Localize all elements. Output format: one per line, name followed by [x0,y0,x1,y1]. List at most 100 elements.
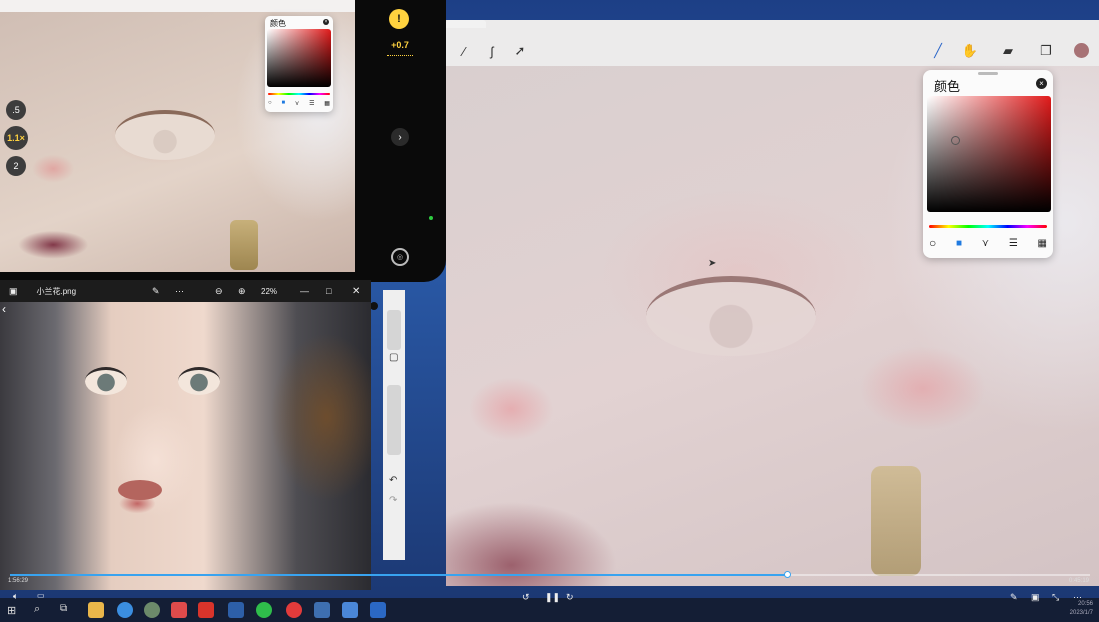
browser-icon[interactable] [117,602,133,618]
window-tab[interactable] [446,20,486,28]
phone-topbar [0,0,355,12]
app-leaf-icon[interactable] [144,602,160,618]
canvas-toolbar: ⁄ ʃ ➚ ╱ ✋ ▰ ❐ [446,38,1099,66]
zoom-out-icon[interactable]: ⊖ [215,286,223,297]
picture-in-picture-icon[interactable]: ▣ [1031,592,1040,603]
wps-office-icon[interactable] [198,602,214,618]
phone-mode-row: ○ ■ ⋎ ☰ ▦ [268,99,330,107]
phone-screen: 颜色 × ○ ■ ⋎ ☰ ▦ .5 1.1× 2 [0,0,355,272]
disc-mode-icon[interactable]: ○ [929,236,936,250]
tray-date: 2023/1/7 [1069,610,1093,616]
opacity-slider[interactable] [387,385,401,455]
color-mode-row: ○ ■ ⋎ ☰ ▦ [929,236,1047,250]
phone-color-panel: 颜色 × ○ ■ ⋎ ☰ ▦ [265,16,333,112]
portrait-left-eye [85,367,127,395]
viewer-titlebar: ▣ 小兰花.png ✎ ⋯ ⊖ ⊕ 22% — □ ✕ [0,280,371,302]
save-icon[interactable]: ▣ [9,286,18,297]
phone-classic-mode-icon[interactable]: ■ [281,100,285,106]
phone-camera-view: 颜色 × ○ ■ ⋎ ☰ ▦ .5 1.1× 2 ! +0.7 › ◎ [0,0,446,282]
close-icon[interactable]: × [1036,78,1047,89]
total-time: 0:45:19 [1068,578,1089,584]
phone-side-controls: ! +0.7 › ◎ [355,0,446,282]
classic-mode-icon[interactable]: ■ [956,238,962,249]
forward-icon[interactable]: ↻ [566,592,574,603]
viewer-image[interactable]: ‹ [0,302,371,590]
color-panel: 颜色 × ○ ■ ⋎ ☰ ▦ [923,70,1053,258]
artwork-eye [646,276,816,356]
zoom-option[interactable]: 2 [6,156,26,176]
image-viewer-window: ▣ 小兰花.png ✎ ⋯ ⊖ ⊕ 22% — □ ✕ ‹ [0,280,371,590]
portrait-right-eye [178,367,220,395]
edit-icon[interactable]: ✎ [152,286,160,297]
hue-slider[interactable] [929,225,1047,228]
phone-palettes-mode-icon[interactable]: ▦ [324,100,330,107]
taskbar: ⊞ ⌕ ⧉ 🔈︎ ▭ ↺ ❚❚ ↻ ✎ ▣ ⤡ ⋯ 20:56 2023/1/7 [0,591,1099,622]
viewer-filename: 小兰花.png [36,286,77,296]
brush-size-slider[interactable] [387,310,401,350]
magic-wand-icon[interactable]: ⁄ [456,43,472,59]
timeline-knob[interactable] [783,571,791,578]
warning-triangle-icon[interactable]: ! [389,9,409,29]
netease-music-icon[interactable] [286,602,302,618]
brush-icon[interactable]: ╱ [930,43,946,59]
selection-icon[interactable]: ʃ [484,43,500,59]
search-icon[interactable]: ⌕ [34,603,40,616]
task-view-icon[interactable]: ⧉ [60,603,67,614]
color-picker-handle[interactable] [951,136,960,145]
redo-icon[interactable]: ↷ [389,495,397,506]
zoom-selector: .5 1.1× 2 [0,96,34,186]
phone-close-icon[interactable]: × [323,19,329,25]
current-color-swatch[interactable] [1074,43,1089,58]
app-blue-icon[interactable] [228,602,244,618]
pen-icon[interactable]: ✎ [1010,592,1018,603]
subtitles-icon[interactable]: ▭ [37,591,45,600]
photos-icon[interactable] [314,602,330,618]
screen: ⁄ ʃ ➚ ╱ ✋ ▰ ❐ ➤ 颜色 × ○ ■ ⋎ ☰ ▦ ▢ ↶ ↷ 颜色 … [0,0,1099,622]
phone-disc-mode-icon[interactable]: ○ [268,100,272,106]
exposure-value[interactable]: +0.7 [385,40,415,50]
phone-hue-slider[interactable] [268,93,330,95]
tray-time: 20:56 [1077,601,1093,607]
exit-fullscreen-icon[interactable]: ⤡ [1052,592,1059,603]
value-mode-icon[interactable]: ☰ [1009,238,1018,249]
wechat-icon[interactable] [256,602,272,618]
phone-artwork-earring [230,220,258,270]
rewind-icon[interactable]: ↺ [522,592,530,603]
phone-color-panel-title: 颜色 [270,19,286,28]
windows-start-icon[interactable]: ⊞ [7,604,16,617]
exposure-scale [387,52,413,56]
palettes-mode-icon[interactable]: ▦ [1038,238,1047,249]
color-panel-title: 颜色 [934,80,961,95]
more-options-icon[interactable]: ⋯ [175,286,184,297]
modify-square-icon[interactable]: ▢ [389,352,398,363]
app-text-icon[interactable] [370,602,386,618]
zoom-option-active[interactable]: 1.1× [4,126,28,150]
pause-icon[interactable]: ❚❚ [545,592,560,603]
saturation-square[interactable] [927,96,1051,212]
zoom-in-icon[interactable]: ⊕ [238,286,246,297]
live-photo-icon[interactable]: ◎ [391,248,409,266]
media-player-icon[interactable] [171,602,187,618]
phone-value-mode-icon[interactable]: ☰ [309,100,314,107]
smudge-icon[interactable]: ✋ [962,43,978,59]
maximize-icon[interactable]: □ [326,286,331,296]
side-tool-strip: ▢ ↶ ↷ [383,290,405,560]
live-indicator-dot [429,216,433,220]
panel-grabber[interactable] [978,72,998,75]
layers-icon[interactable]: ❐ [1038,43,1054,59]
volume-icon[interactable]: 🔈︎ [13,591,18,602]
previous-image-icon[interactable]: ‹ [2,302,6,316]
phone-harmony-mode-icon[interactable]: ⋎ [295,100,299,107]
harmony-mode-icon[interactable]: ⋎ [982,238,989,249]
undo-icon[interactable]: ↶ [389,475,397,486]
eraser-icon[interactable]: ▰ [1000,43,1016,59]
file-explorer-icon[interactable] [88,602,104,618]
zoom-option[interactable]: .5 [6,100,26,120]
phone-saturation-square[interactable] [267,29,331,87]
transform-arrow-icon[interactable]: ➚ [512,43,528,59]
close-window-icon[interactable]: ✕ [352,286,360,297]
minimize-icon[interactable]: — [300,286,309,296]
app-square-icon[interactable] [342,602,358,618]
system-tray-clock[interactable]: 20:56 2023/1/7 [1070,600,1093,618]
chevron-right-icon[interactable]: › [391,128,409,146]
